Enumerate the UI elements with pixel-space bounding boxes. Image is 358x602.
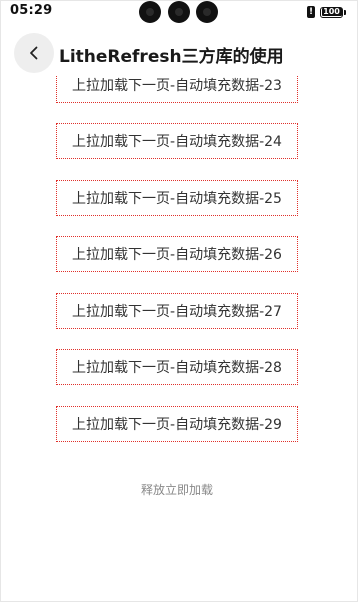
status-icons: ! 100 [307,5,346,19]
camera-dot [139,1,161,23]
battery-level: 100 [321,7,342,16]
app-screen: 05:29 ! 100 LitheRefresh三方库的使用 上拉加载下一页-自… [0,0,358,602]
status-time: 05:29 [10,3,53,18]
front-camera-icon [139,1,219,23]
camera-dot [196,1,218,23]
refresh-list[interactable]: 上拉加载下一页-自动填充数据-23 上拉加载下一页-自动填充数据-24 上拉加载… [1,75,357,455]
list-item[interactable]: 上拉加载下一页-自动填充数据-23 [56,75,298,103]
list-item[interactable]: 上拉加载下一页-自动填充数据-26 [56,236,298,272]
list-item[interactable]: 上拉加载下一页-自动填充数据-25 [56,180,298,216]
alert-icon: ! [307,6,315,18]
camera-dot [168,1,190,23]
load-more-hint: 释放立即加载 [140,483,213,497]
battery-icon: 100 [320,6,346,18]
list-item[interactable]: 上拉加载下一页-自动填充数据-24 [56,123,298,159]
page-title: LitheRefresh三方库的使用 [59,47,284,67]
list-item[interactable]: 上拉加载下一页-自动填充数据-27 [56,293,298,329]
status-bar: 05:29 ! 100 [1,1,357,25]
title-bar: LitheRefresh三方库的使用 [1,31,357,75]
list-item[interactable]: 上拉加载下一页-自动填充数据-29 [56,406,298,442]
list-item[interactable]: 上拉加载下一页-自动填充数据-28 [56,349,298,385]
chevron-left-icon [30,46,38,60]
back-button[interactable] [14,33,54,73]
